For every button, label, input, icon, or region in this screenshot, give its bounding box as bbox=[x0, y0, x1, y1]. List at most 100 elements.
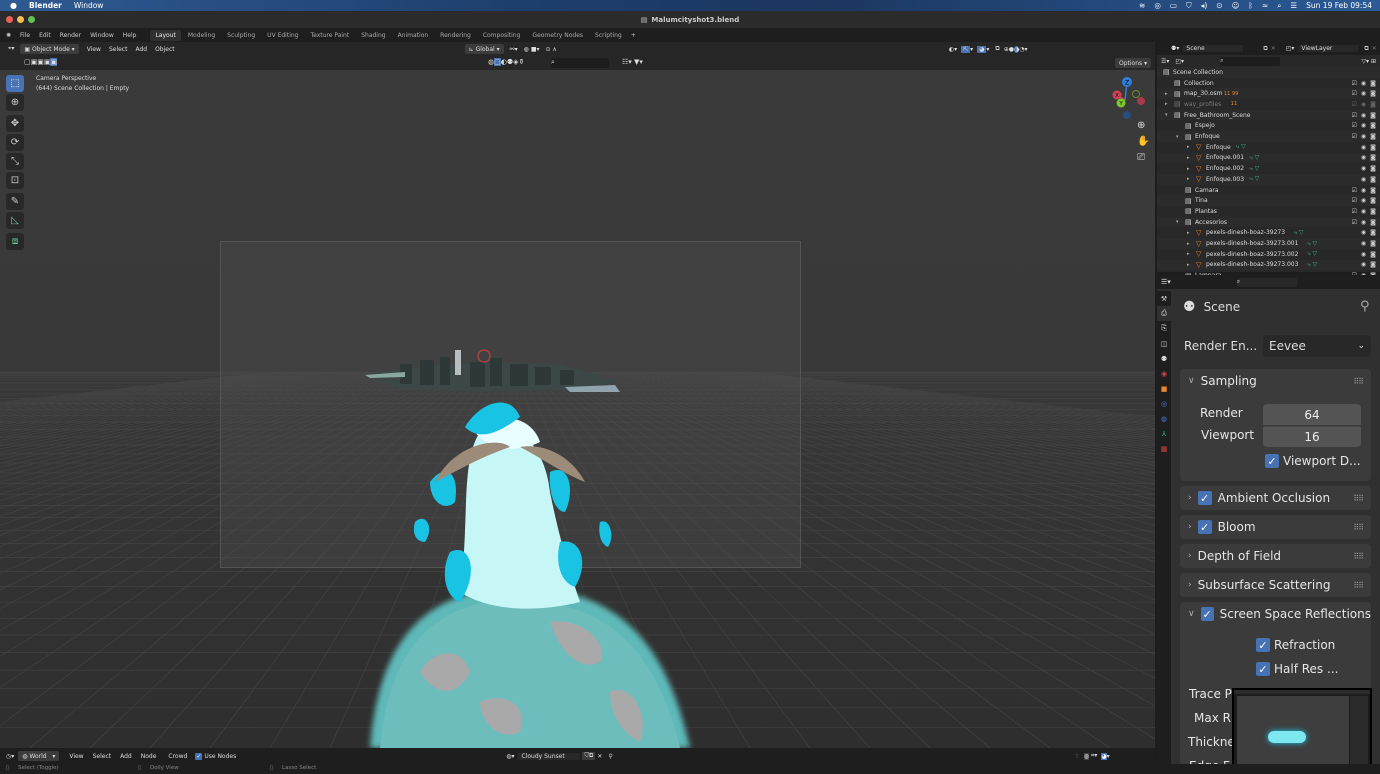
expand-toggle-icon[interactable]: ▾ bbox=[1165, 112, 1168, 118]
viewport-samples-field[interactable]: 16 bbox=[1263, 426, 1361, 447]
zoom-window-button[interactable] bbox=[28, 16, 35, 23]
exclude-checkbox[interactable]: ☑ bbox=[1352, 187, 1357, 194]
expand-toggle-icon[interactable]: ▸ bbox=[1187, 230, 1190, 236]
eye-icon[interactable]: ◉ bbox=[1361, 122, 1366, 129]
pin-icon[interactable]: ⚲ bbox=[608, 753, 612, 760]
snap-icon[interactable]: ◍ ■▾ bbox=[524, 46, 540, 53]
snap-options-icon[interactable]: ⌗▾ bbox=[1091, 752, 1097, 760]
menu-help[interactable]: Help bbox=[123, 32, 137, 39]
select-box-tool[interactable]: ⬚ bbox=[6, 75, 24, 92]
view-layer-name-field[interactable]: ViewLayer bbox=[1298, 45, 1359, 52]
filter-icons[interactable]: ◍▢◐⚉◈⚱ bbox=[488, 58, 524, 66]
eye-icon[interactable]: ◉ bbox=[1361, 165, 1366, 172]
exclude-checkbox[interactable]: ☑ bbox=[1352, 80, 1357, 87]
creative-cloud-icon[interactable]: ◎ bbox=[1154, 1, 1161, 10]
properties-editor-icon[interactable]: ☰▾ bbox=[1161, 278, 1171, 286]
properties-search-input[interactable]: ⌕ bbox=[1236, 277, 1297, 287]
annotate-tool[interactable]: ✎ bbox=[6, 193, 24, 210]
drag-handle-icon[interactable]: ⠿⠿ bbox=[1353, 523, 1364, 532]
modifier-icons[interactable]: ⤷ ▽ bbox=[1236, 143, 1246, 151]
display-mode-icon[interactable]: ☰▾ bbox=[1161, 58, 1169, 65]
exclude-checkbox[interactable]: ☑ bbox=[1352, 208, 1357, 215]
menu-file[interactable]: File bbox=[20, 32, 30, 39]
ssr-header[interactable]: ∨ ✓ Screen Space Reflections bbox=[1180, 602, 1371, 626]
camera-render-icon[interactable]: ◙ bbox=[1370, 133, 1376, 140]
pan-view-icon[interactable]: ✋ bbox=[1137, 136, 1149, 147]
spotlight-icon[interactable]: ⌕ bbox=[1277, 1, 1281, 11]
stack-icon[interactable]: ≋ bbox=[1139, 1, 1145, 10]
xray-icon[interactable]: ⧉ bbox=[995, 45, 999, 53]
tab-scene-icon[interactable]: ⚉ bbox=[1157, 351, 1171, 366]
exclude-checkbox[interactable]: ☑ bbox=[1352, 197, 1357, 204]
camera-render-icon[interactable]: ◙ bbox=[1370, 261, 1376, 268]
menu-node[interactable]: Node bbox=[141, 753, 157, 760]
modifier-icons[interactable]: ⤷ ▽ bbox=[1294, 229, 1304, 237]
add-workspace-button[interactable]: + bbox=[631, 32, 636, 39]
tab-rendering[interactable]: Rendering bbox=[435, 30, 476, 41]
unlink-icon[interactable]: ✕ bbox=[597, 753, 602, 760]
outliner-search-input[interactable]: ⌕ bbox=[1220, 56, 1281, 66]
eye-icon[interactable]: ◉ bbox=[1361, 251, 1366, 258]
expand-toggle-icon[interactable]: ▸ bbox=[1187, 144, 1190, 150]
gizmo-neg-z[interactable] bbox=[1123, 111, 1131, 119]
editor-type-icon[interactable]: ◷▾ bbox=[6, 753, 14, 760]
drag-handle-icon[interactable]: ⠿⠿ bbox=[1353, 552, 1364, 561]
scene-name-field[interactable]: Scene bbox=[1183, 45, 1244, 52]
eye-icon[interactable]: ◉ bbox=[1361, 133, 1366, 140]
menu-edit[interactable]: Edit bbox=[39, 32, 51, 39]
blender-logo-icon[interactable]: ✺ bbox=[6, 32, 11, 39]
overlay-icon[interactable]: ◕ bbox=[1101, 752, 1107, 760]
tab-output-icon[interactable]: ⎘ bbox=[1157, 321, 1171, 336]
clock[interactable]: Sun 19 Feb 09:54 bbox=[1306, 1, 1372, 10]
expand-toggle-icon[interactable]: ▸ bbox=[1187, 166, 1190, 172]
visibility-icon[interactable]: ◐▾ bbox=[949, 46, 957, 53]
tab-tool-icon[interactable]: ⚒ bbox=[1157, 291, 1171, 306]
pivot-icon[interactable]: ⚯▾ bbox=[510, 46, 518, 53]
outliner-row[interactable]: ▤ Tina ☑ ◉ ◙ bbox=[1157, 195, 1380, 207]
eye-icon[interactable]: ◉ bbox=[1361, 197, 1366, 204]
shader-type-dropdown[interactable]: ◍ World ▾ bbox=[18, 751, 60, 761]
navigation-gizmo[interactable]: Z X Y bbox=[1105, 75, 1150, 120]
proportional-edit-icon[interactable]: ⊙ ∧ bbox=[546, 46, 557, 53]
tab-uv-editing[interactable]: UV Editing bbox=[262, 30, 303, 41]
tab-modeling[interactable]: Modeling bbox=[183, 30, 220, 41]
expand-toggle-icon[interactable]: ▸ bbox=[1187, 251, 1190, 257]
ssr-checkbox[interactable]: ✓ bbox=[1200, 607, 1214, 621]
modifier-icons[interactable]: ⤷ ▽ bbox=[1249, 175, 1259, 183]
eye-icon[interactable]: ◉ bbox=[1361, 229, 1366, 236]
expand-toggle-icon[interactable]: ▸ bbox=[1187, 241, 1190, 247]
close-window-button[interactable] bbox=[6, 16, 13, 23]
mode-dropdown[interactable]: ▣ Object Mode ▾ bbox=[20, 44, 79, 54]
gizmo-neg-y[interactable] bbox=[1132, 90, 1140, 98]
tab-geometry-nodes[interactable]: Geometry Nodes bbox=[527, 30, 588, 41]
fake-user-icon[interactable]: ⛉⧉ bbox=[582, 752, 596, 760]
menu-select[interactable]: Select bbox=[93, 753, 112, 760]
expand-toggle-icon[interactable]: ▸ bbox=[1165, 91, 1168, 97]
tab-physics-icon[interactable]: ⅄ bbox=[1157, 426, 1171, 441]
tab-object-icon[interactable]: ■ bbox=[1157, 381, 1171, 396]
eye-icon[interactable]: ◉ bbox=[1361, 176, 1366, 183]
overlay-toggle-icon[interactable]: ◕ bbox=[977, 45, 987, 53]
tab-sculpting[interactable]: Sculpting bbox=[222, 30, 260, 41]
window-menu[interactable]: Window bbox=[74, 1, 104, 10]
exclude-checkbox[interactable]: ☑ bbox=[1352, 101, 1357, 108]
render-samples-field[interactable]: 64 bbox=[1263, 404, 1361, 425]
outliner-row[interactable]: ▾ ▤ Accesorios ☑ ◉ ◙ bbox=[1157, 216, 1380, 228]
camera-render-icon[interactable]: ◙ bbox=[1370, 208, 1376, 215]
rotate-tool[interactable]: ⟳ bbox=[6, 134, 24, 151]
filter-type-icon[interactable]: ◰▾ bbox=[1175, 58, 1184, 65]
zoom-view-icon[interactable]: ⊕ bbox=[1137, 120, 1145, 131]
outliner-row[interactable]: ▤ Scene Collection bbox=[1157, 67, 1380, 78]
tab-world-icon[interactable]: ◉ bbox=[1157, 366, 1171, 381]
menu-object[interactable]: Object bbox=[155, 46, 175, 53]
menu-render[interactable]: Render bbox=[60, 32, 81, 39]
ambient-occlusion-checkbox[interactable]: ✓ bbox=[1197, 491, 1212, 505]
menu-crowd[interactable]: Crowd bbox=[168, 753, 187, 760]
measure-tool[interactable]: ◺ bbox=[6, 212, 24, 229]
refraction-checkbox[interactable]: ✓ Refraction bbox=[1256, 638, 1335, 652]
gizmo-neg-x[interactable] bbox=[1137, 97, 1145, 105]
bloom-checkbox[interactable]: ✓ bbox=[1197, 520, 1212, 534]
modifier-icons[interactable]: ⤷ ▽ bbox=[1249, 165, 1259, 173]
drag-handle-icon[interactable]: ⠿⠿ bbox=[1353, 494, 1364, 503]
exclude-checkbox[interactable]: ☑ bbox=[1352, 122, 1357, 129]
